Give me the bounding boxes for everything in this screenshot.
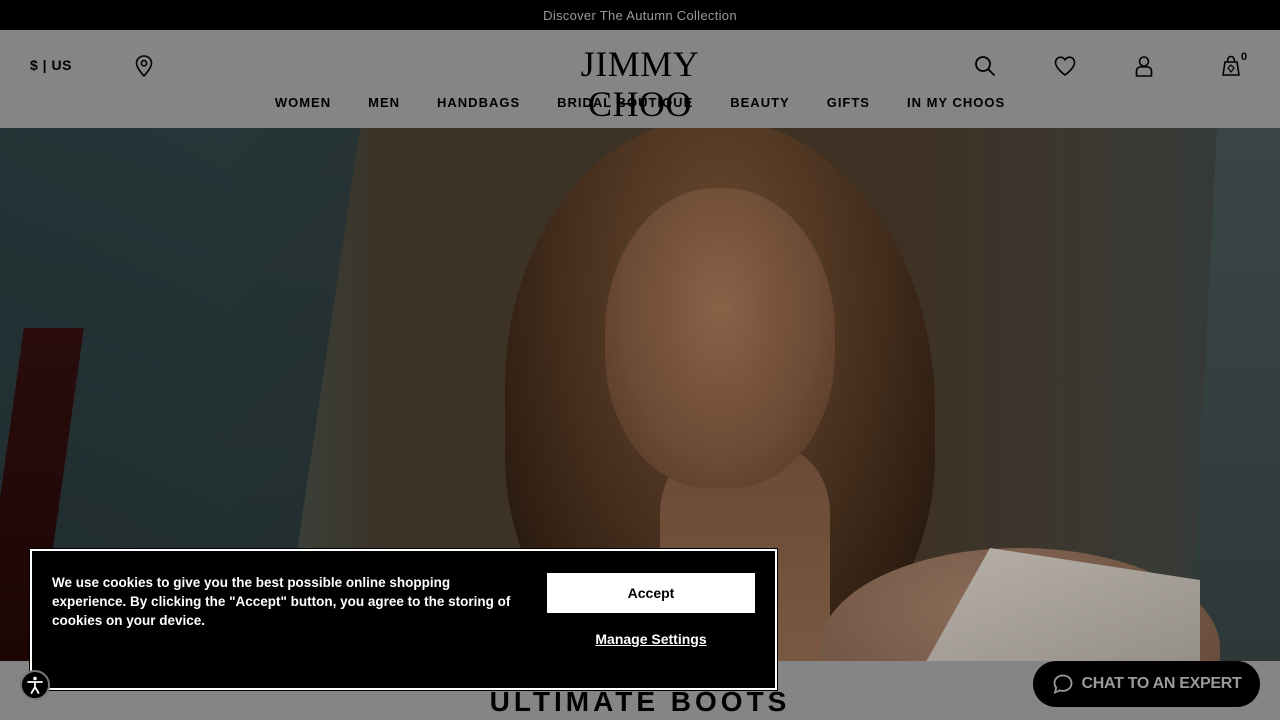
cookie-banner: We use cookies to give you the best poss… (29, 548, 778, 691)
cookie-message: We use cookies to give you the best poss… (52, 575, 511, 628)
currency-selector[interactable]: $ | US (30, 57, 72, 73)
nav-item-women[interactable]: WOMEN (256, 95, 349, 110)
nav-item-gifts[interactable]: GIFTS (808, 95, 888, 110)
main-nav: WOMEN MEN HANDBAGS BRIDAL BOUTIQUE BEAUT… (0, 95, 1280, 110)
store-locator-icon[interactable] (135, 55, 153, 77)
account-icon[interactable] (1132, 54, 1156, 78)
hero-backdrop-right (1190, 128, 1280, 661)
chat-label: CHAT TO AN EXPERT (1081, 675, 1242, 692)
search-icon[interactable] (973, 54, 997, 78)
chat-bubble-icon (1053, 674, 1072, 695)
brand-logo[interactable]: JIMMY CHOO (540, 44, 740, 124)
nav-item-bridal-boutique[interactable]: BRIDAL BOUTIQUE (539, 95, 712, 110)
accessibility-icon (27, 676, 43, 694)
nav-item-beauty[interactable]: BEAUTY (712, 95, 808, 110)
heart-icon[interactable] (1053, 54, 1077, 78)
nav-item-in-my-choos[interactable]: IN MY CHOOS (888, 95, 1023, 110)
nav-item-handbags[interactable]: HANDBAGS (419, 95, 539, 110)
accessibility-button[interactable] (20, 670, 50, 700)
chat-to-expert-button[interactable]: CHAT TO AN EXPERT (1033, 661, 1260, 707)
site-header: $ | US JIMMY CHOO 0 WOMEN MEN HANDBAGS B… (0, 30, 1280, 128)
cart-icon[interactable] (1219, 54, 1243, 78)
manage-settings-link[interactable]: Manage Settings (547, 631, 755, 647)
cart-count-badge: 0 (1241, 51, 1248, 63)
announcement-bar[interactable]: Discover The Autumn Collection (0, 0, 1280, 30)
hero-model-face (605, 188, 835, 488)
announcement-text[interactable]: Discover The Autumn Collection (543, 8, 737, 23)
nav-item-men[interactable]: MEN (350, 95, 419, 110)
accept-cookies-button[interactable]: Accept (547, 573, 755, 613)
